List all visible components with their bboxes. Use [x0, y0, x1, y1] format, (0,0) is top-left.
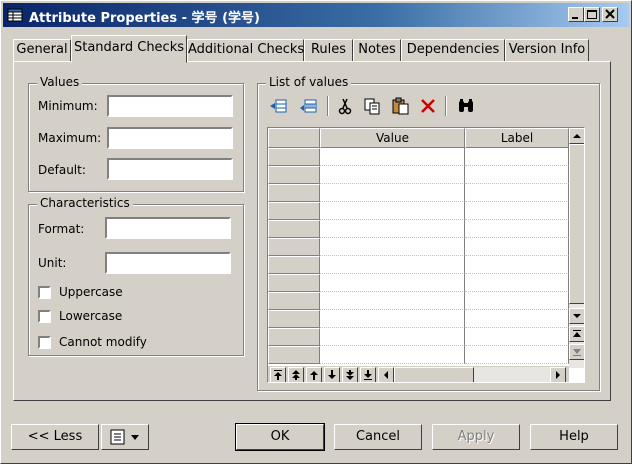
button-label: Apply: [457, 429, 495, 444]
button-label: Cancel: [355, 429, 401, 444]
properties-window: Attribute Properties - 学号 (学号) General S…: [0, 0, 632, 464]
tab-additional-checks[interactable]: Additional Checks: [187, 39, 304, 62]
tab-label: Dependencies: [406, 42, 500, 57]
tab-panel: [13, 61, 611, 401]
help-button[interactable]: Help: [530, 424, 618, 450]
tab-notes[interactable]: Notes: [353, 39, 401, 62]
close-icon: [605, 9, 615, 19]
tab-standard-checks[interactable]: Standard Checks: [71, 35, 187, 63]
list-menu-icon: [110, 429, 139, 445]
ok-button[interactable]: OK: [235, 423, 325, 451]
apply-button[interactable]: Apply: [432, 424, 520, 450]
table-icon: [7, 8, 23, 22]
tab-label: Additional Checks: [188, 42, 305, 57]
tab-label: Notes: [358, 42, 396, 57]
less-button[interactable]: << Less: [11, 424, 99, 450]
cancel-button[interactable]: Cancel: [334, 424, 422, 450]
button-label: << Less: [27, 429, 83, 444]
menu-button[interactable]: [101, 424, 149, 450]
tab-version-info[interactable]: Version Info: [505, 39, 589, 62]
tab-label: Version Info: [508, 42, 586, 57]
tab-rules[interactable]: Rules: [304, 39, 353, 62]
button-label: Help: [559, 429, 589, 444]
title-bar[interactable]: Attribute Properties - 学号 (学号): [3, 3, 629, 27]
maximize-icon: [587, 10, 597, 19]
window-title: Attribute Properties - 学号 (学号): [29, 11, 260, 26]
tab-dependencies[interactable]: Dependencies: [401, 39, 505, 62]
maximize-button[interactable]: [584, 7, 600, 22]
tab-label: Rules: [310, 42, 347, 57]
minimize-icon: [572, 17, 578, 19]
tab-label: Standard Checks: [73, 40, 185, 55]
button-label: OK: [270, 429, 290, 444]
minimize-button[interactable]: [568, 7, 584, 22]
close-button[interactable]: [602, 7, 618, 22]
tab-label: General: [16, 42, 68, 57]
tab-general[interactable]: General: [13, 39, 71, 62]
